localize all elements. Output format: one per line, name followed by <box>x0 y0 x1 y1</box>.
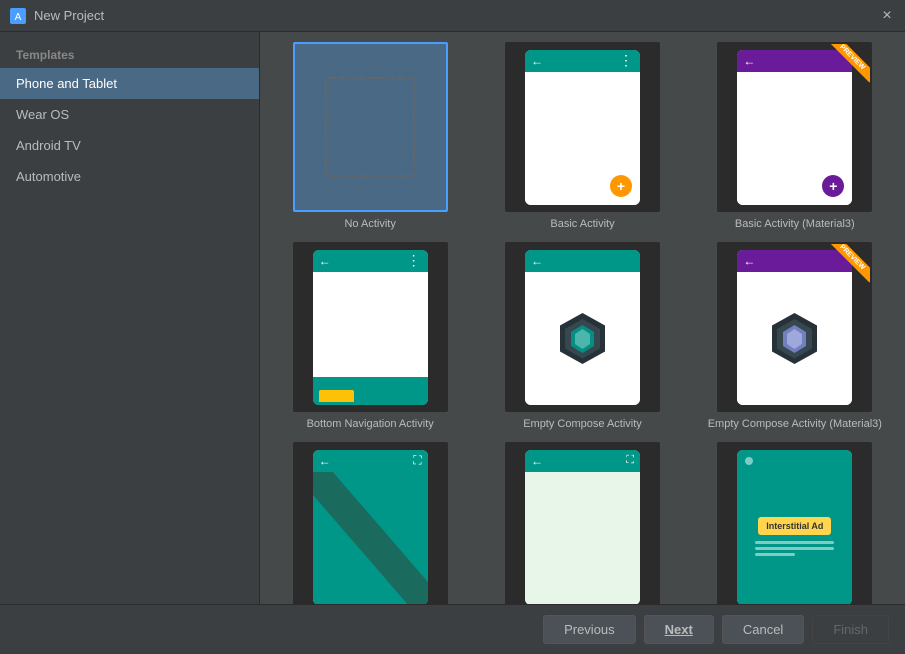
template-interstitial-ad[interactable]: Interstitial Ad Interstitial Ad <box>695 442 895 604</box>
basic-activity-label: Basic Activity <box>550 218 614 230</box>
compose-toolbar: ← <box>525 250 640 272</box>
basic-toolbar: ← ⋮ <box>525 50 640 72</box>
bottom-nav-preview[interactable]: ← ⋮ <box>293 242 448 412</box>
maps-preview[interactable]: ← ⛶ <box>505 442 660 604</box>
templates-main: No Activity ← ⋮ + <box>260 32 905 604</box>
title-bar: A New Project × <box>0 0 905 32</box>
sidebar: Templates Phone and Tablet Wear OS Andro… <box>0 32 260 604</box>
back-arrow-compose-icon: ← <box>531 254 543 268</box>
ad-banner: Interstitial Ad <box>758 517 831 535</box>
sidebar-item-android-tv[interactable]: Android TV <box>0 130 259 161</box>
back-arrow-maps-icon: ← <box>531 454 543 468</box>
template-empty-compose-m3[interactable]: ← <box>695 242 895 430</box>
empty-compose-preview[interactable]: ← <box>505 242 660 412</box>
compose-hex-icon <box>555 311 610 366</box>
title-bar-text: New Project <box>34 8 879 23</box>
preview-badge-text: PREVIEW <box>827 44 870 83</box>
template-fullscreen[interactable]: ← ⛶ Fullscreen Activity <box>270 442 470 604</box>
compose-m3-hex-icon <box>767 311 822 366</box>
no-activity-label: No Activity <box>344 218 395 230</box>
template-bottom-nav[interactable]: ← ⋮ Bottom Navigation Activity <box>270 242 470 430</box>
back-arrow-icon: ← <box>531 54 543 68</box>
template-empty-compose[interactable]: ← <box>482 242 682 430</box>
preview-badge: PREVIEW <box>820 44 870 94</box>
back-arrow-m3-icon: ← <box>743 54 755 68</box>
templates-label: Templates <box>0 42 259 68</box>
fullscreen-body <box>313 472 428 605</box>
bottom-nav-body <box>313 272 428 377</box>
empty-compose-phone: ← <box>525 250 640 405</box>
empty-compose-m3-label: Empty Compose Activity (Material3) <box>708 418 882 430</box>
fullscreen-phone: ← ⛶ <box>313 450 428 605</box>
bottom-nav-phone: ← ⋮ <box>313 250 428 405</box>
basic-m3-preview[interactable]: ← + PREVIEW <box>717 42 872 212</box>
interstitial-phone: Interstitial Ad <box>737 450 852 605</box>
next-button[interactable]: Next <box>644 615 714 644</box>
fullscreen-toolbar: ← ⛶ <box>313 450 428 472</box>
sidebar-item-phone-tablet[interactable]: Phone and Tablet <box>0 68 259 99</box>
diagonal-svg <box>313 472 428 605</box>
back-arrow-m3-compose-icon: ← <box>743 254 755 268</box>
previous-button[interactable]: Previous <box>543 615 636 644</box>
back-arrow-fs-icon: ← <box>319 454 331 468</box>
fullscreen-preview[interactable]: ← ⛶ <box>293 442 448 604</box>
cancel-button[interactable]: Cancel <box>722 615 804 644</box>
sidebar-item-wear-os[interactable]: Wear OS <box>0 99 259 130</box>
dot-icon <box>745 457 753 465</box>
app-icon: A <box>10 8 26 24</box>
ad-line-2 <box>755 547 834 550</box>
fullscreen-icon: ⛶ <box>413 453 421 468</box>
ad-line-3 <box>755 553 795 556</box>
maps-body <box>525 472 640 605</box>
compose-icon-area <box>525 272 640 405</box>
empty-compose-m3-preview[interactable]: ← <box>717 242 872 412</box>
empty-compose-label: Empty Compose Activity <box>523 418 642 430</box>
basic-activity-phone: ← ⋮ + <box>525 50 640 205</box>
templates-grid: No Activity ← ⋮ + <box>270 42 895 604</box>
new-project-window: A New Project × Templates Phone and Tabl… <box>0 0 905 654</box>
interstitial-preview[interactable]: Interstitial Ad <box>717 442 872 604</box>
template-basic-activity[interactable]: ← ⋮ + Basic Activity <box>482 42 682 230</box>
template-basic-activity-m3[interactable]: ← + PREVIEW Basic Activity (Material3) <box>695 42 895 230</box>
basic-m3-label: Basic Activity (Material3) <box>735 218 855 230</box>
back-arrow-nav-icon: ← <box>319 254 331 268</box>
bottom-nav-label: Bottom Navigation Activity <box>307 418 434 430</box>
template-google-maps[interactable]: ← ⛶ Google Maps Activity <box>482 442 682 604</box>
expand-maps-icon: ⛶ <box>626 454 634 467</box>
preview-badge-m3: PREVIEW <box>820 244 870 294</box>
fab-icon: + <box>610 175 632 197</box>
svg-text:A: A <box>15 12 22 23</box>
interstitial-toolbar <box>737 450 852 472</box>
no-activity-preview[interactable] <box>293 42 448 212</box>
maps-phone: ← ⛶ <box>525 450 640 605</box>
basic-activity-preview[interactable]: ← ⋮ + <box>505 42 660 212</box>
basic-body: + <box>525 72 640 205</box>
ad-line-1 <box>755 541 834 544</box>
sidebar-item-automotive[interactable]: Automotive <box>0 161 259 192</box>
nav-indicator <box>319 390 354 402</box>
close-button[interactable]: × <box>879 8 895 24</box>
fab-m3-icon: + <box>822 175 844 197</box>
content-area: Templates Phone and Tablet Wear OS Andro… <box>0 32 905 604</box>
finish-button: Finish <box>812 615 889 644</box>
no-activity-box <box>325 77 415 177</box>
bottom-bar: Previous Next Cancel Finish <box>0 604 905 654</box>
more-icon: ⋮ <box>619 52 634 69</box>
interstitial-body: Interstitial Ad <box>737 472 852 605</box>
maps-toolbar: ← ⛶ <box>525 450 640 472</box>
ad-lines <box>755 541 834 559</box>
bottom-nav-toolbar: ← ⋮ <box>313 250 428 272</box>
more-nav-icon: ⋮ <box>407 252 422 269</box>
preview-badge-m3-text: PREVIEW <box>827 244 870 283</box>
bottom-nav-bar <box>313 377 428 405</box>
template-no-activity[interactable]: No Activity <box>270 42 470 230</box>
